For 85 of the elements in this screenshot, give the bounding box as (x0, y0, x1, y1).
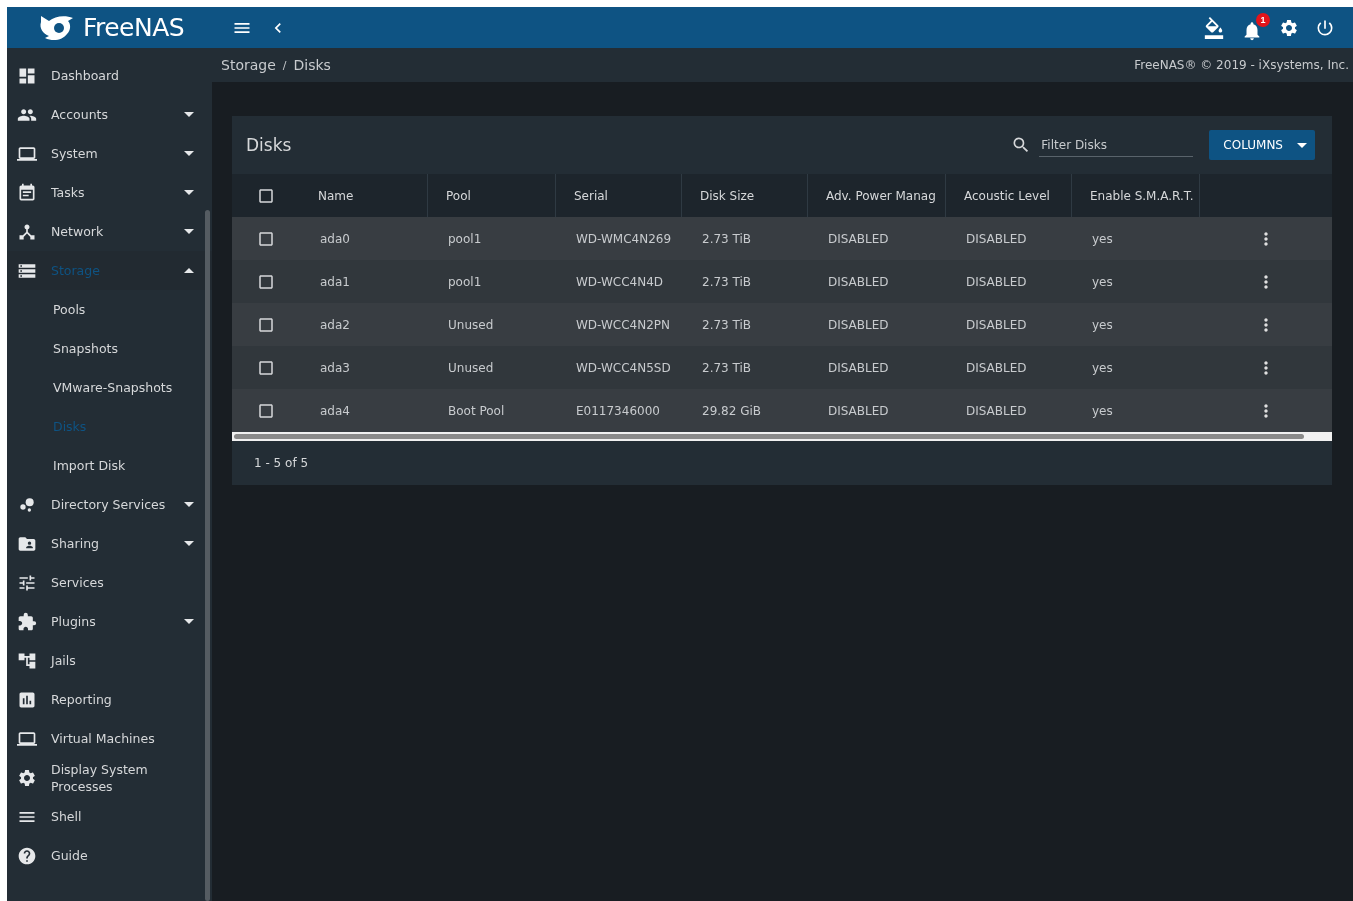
sidebar-subitem[interactable]: VMware-Snapshots (7, 368, 212, 407)
table-cell: pool1 (448, 274, 482, 289)
sidebar-item[interactable]: Shell (7, 797, 212, 836)
sidebar-item[interactable]: Services (7, 563, 212, 602)
sidebar-item[interactable]: Directory Services (7, 485, 212, 524)
table-cell: DISABLED (828, 317, 889, 332)
sidebar-item[interactable]: Display System Processes (7, 758, 212, 797)
puzzle-icon (17, 611, 37, 632)
sidebar-item[interactable]: Tasks (7, 173, 212, 212)
help-icon (17, 845, 37, 866)
breadcrumb-link[interactable]: Storage (221, 57, 276, 73)
table-cell: DISABLED (966, 360, 1027, 375)
table-cell: DISABLED (966, 317, 1027, 332)
table-cell: pool1 (448, 231, 482, 246)
row-checkbox[interactable] (257, 229, 275, 248)
table-cell: WD-WCC4N4D (576, 274, 664, 289)
pagination-text: 1 - 5 of 5 (254, 456, 309, 470)
select-all-checkbox[interactable] (257, 186, 275, 205)
card-title: Disks (246, 135, 292, 155)
row-checkbox[interactable] (257, 272, 275, 291)
paint-bucket-icon[interactable] (1203, 16, 1225, 39)
caret-icon (1297, 142, 1307, 148)
table-cell: ada3 (320, 360, 350, 375)
table-cell: DISABLED (966, 274, 1027, 289)
sidebar-item[interactable]: Virtual Machines (7, 719, 212, 758)
sidebar-subitem[interactable]: Import Disk (7, 446, 212, 485)
sidebar-item[interactable]: Dashboard (7, 56, 212, 95)
sidebar-subitem[interactable]: Pools (7, 290, 212, 329)
table-row[interactable]: ada4 Boot Pool E0117346000 29.82 GiB DISABLED DISABLED yes (232, 389, 1332, 432)
table-cell: DISABLED (828, 231, 889, 246)
table-cell: yes (1092, 317, 1113, 332)
table-cell: DISABLED (966, 231, 1027, 246)
breadcrumb-separator: / (282, 58, 287, 72)
row-checkbox[interactable] (257, 401, 275, 420)
settings-icon[interactable] (1279, 17, 1299, 38)
table-cell: WD-WCC4N2PN (576, 317, 671, 332)
table-cell: ada2 (320, 317, 350, 332)
table-cell: DISABLED (966, 403, 1027, 418)
table-cell: yes (1092, 360, 1113, 375)
columns-button[interactable]: COLUMNS (1209, 130, 1315, 160)
table-cell: ada4 (320, 403, 350, 418)
sidebar-item[interactable]: Plugins (7, 602, 212, 641)
table-cell: yes (1092, 403, 1113, 418)
table-row[interactable]: ada1 pool1 WD-WCC4N4D 2.73 TiB DISABLED DISABLED yes (232, 260, 1332, 303)
table-cell: 2.73 TiB (702, 317, 752, 332)
row-checkbox[interactable] (257, 358, 275, 377)
row-checkbox[interactable] (257, 315, 275, 334)
gear-icon (17, 767, 37, 788)
table-cell: ada0 (320, 231, 350, 246)
notification-bell-button[interactable]: 1 (1241, 13, 1270, 42)
table-cell: Unused (448, 317, 494, 332)
sidebar-item[interactable]: System (7, 134, 212, 173)
table-row[interactable]: ada3 Unused WD-WCC4N5SD 2.73 TiB DISABLED DISABLED yes (232, 346, 1332, 389)
app-logo-text: FreeNAS (82, 13, 185, 42)
table-cell: DISABLED (828, 360, 889, 375)
table-cell: 2.73 TiB (702, 231, 752, 246)
sidebar-item[interactable]: Jails (7, 641, 212, 680)
sidebar-item[interactable]: Reporting (7, 680, 212, 719)
table-cell: yes (1092, 274, 1113, 289)
table-cell: 2.73 TiB (702, 360, 752, 375)
sidebar-item[interactable]: Accounts (7, 95, 212, 134)
table-row[interactable]: ada0 pool1 WD-WMC4N269 2.73 TiB DISABLED DISABLED yes (232, 217, 1332, 260)
table-cell: DISABLED (828, 403, 889, 418)
scrollbar[interactable] (205, 210, 210, 901)
table-cell: DISABLED (828, 274, 889, 289)
sidebar-item[interactable]: Guide (7, 836, 212, 875)
table-cell: yes (1092, 231, 1113, 246)
table-row[interactable]: ada2 Unused WD-WCC4N2PN 2.73 TiB DISABLED DISABLED yes (232, 303, 1332, 346)
table-cell: 29.82 GiB (702, 403, 762, 418)
copyright-text: FreeNAS® © 2019 - iXsystems, Inc. (1134, 58, 1349, 72)
horizontal-scrollbar[interactable] (232, 432, 1332, 441)
table-cell: ada1 (320, 274, 350, 289)
table-cell: Unused (448, 360, 494, 375)
sidebar-item[interactable]: Sharing (7, 524, 212, 563)
filter-field[interactable]: Filter Disks (1039, 133, 1194, 157)
table-cell: WD-WCC4N5SD (576, 360, 671, 375)
calendar-icon (17, 182, 37, 203)
table-cell: E0117346000 (576, 403, 660, 418)
notification-badge: 1 (1256, 13, 1270, 27)
breadcrumb-link[interactable]: Disks (293, 57, 331, 73)
sidebar-subitem[interactable]: Snapshots (7, 329, 212, 368)
table-cell: Boot Pool (448, 403, 505, 418)
table-cell: 2.73 TiB (702, 274, 752, 289)
table-cell: WD-WMC4N269 (576, 231, 672, 246)
sidebar-item[interactable]: Network (7, 212, 212, 251)
